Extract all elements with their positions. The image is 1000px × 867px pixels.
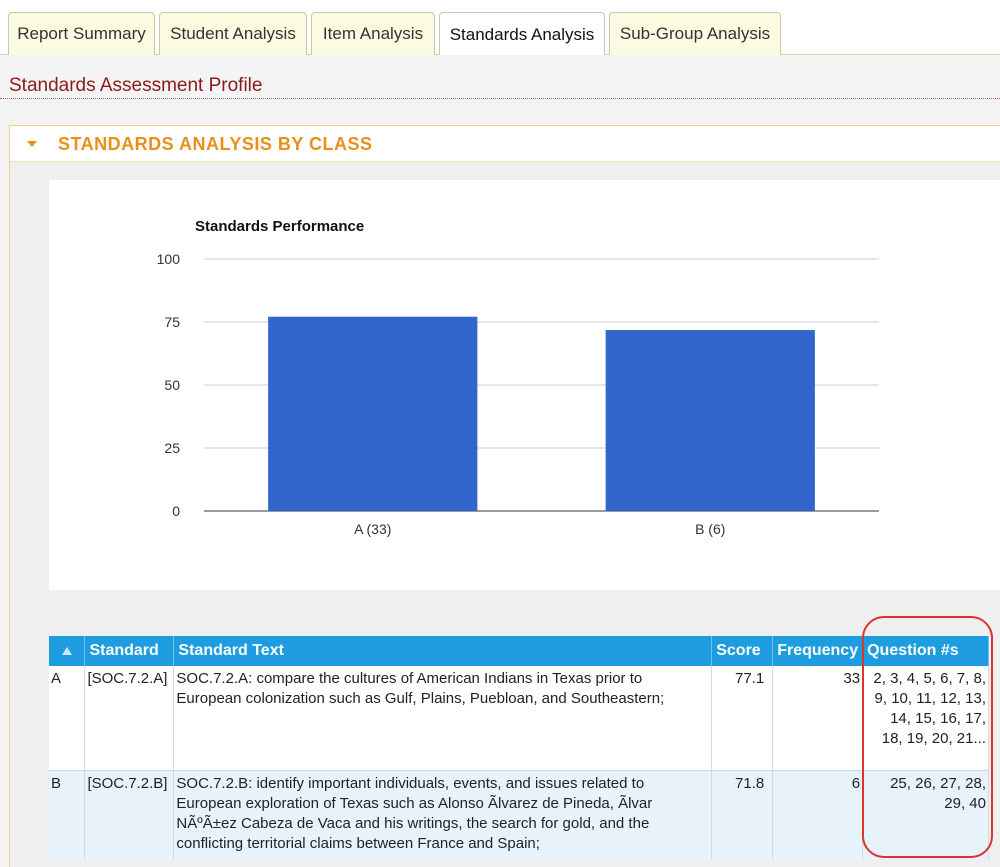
sort-up-icon xyxy=(61,647,72,655)
bar xyxy=(268,316,478,511)
header-frequency[interactable]: Frequency xyxy=(772,636,864,666)
chart-svg: Standards Performance 0 25 50 75 100 A (33) B (… xyxy=(157,218,879,537)
standards-chart: Standards Performance 0 25 50 75 100 A (33) B (… xyxy=(49,180,1000,590)
bar xyxy=(605,330,815,511)
row-standard-text: SOC.7.2.B: identify important individual… xyxy=(173,769,713,860)
row-standard-text: SOC.7.2.A: compare the cultures of Ameri… xyxy=(173,666,713,770)
tab-report-summary[interactable]: Report Summary xyxy=(8,12,155,55)
sort-header[interactable] xyxy=(49,636,86,666)
header-standard-text[interactable]: Standard Text xyxy=(173,636,713,666)
chart-title: Standards Performance xyxy=(195,218,364,235)
row-key: A xyxy=(49,666,86,770)
panel-header[interactable]: STANDARDS ANALYSIS BY CLASS xyxy=(10,126,1000,162)
row-question-numbers: 2, 3, 4, 5, 6, 7, 8, 9, 10, 11, 12, 13, … xyxy=(862,666,989,770)
row-score: 71.8 xyxy=(711,769,774,860)
row-standard: [SOC.7.2.B] xyxy=(84,769,175,860)
tab-standards-analysis[interactable]: Standards Analysis xyxy=(439,12,605,56)
row-frequency: 6 xyxy=(772,769,864,860)
header-question-numbers[interactable]: Question #s xyxy=(862,636,989,666)
row-frequency: 33 xyxy=(772,666,864,770)
row-score: 77.1 xyxy=(711,666,774,770)
standards-table: Standard Standard Text Score Frequency Q… xyxy=(49,636,989,860)
table-header-row: Standard Standard Text Score Frequency Q… xyxy=(49,636,989,666)
tab-bar: Report Summary Student Analysis Item Ana… xyxy=(0,0,1000,56)
header-standard[interactable]: Standard xyxy=(84,636,175,666)
tab-item-analysis[interactable]: Item Analysis xyxy=(311,12,435,55)
y-tick-label: 50 xyxy=(164,377,180,393)
y-tick-label: 0 xyxy=(172,503,180,519)
header-score[interactable]: Score xyxy=(711,636,774,666)
y-tick-label: 100 xyxy=(157,251,181,267)
title-divider xyxy=(0,98,1000,99)
row-key: B xyxy=(49,769,86,860)
panel-title: STANDARDS ANALYSIS BY CLASS xyxy=(58,134,373,154)
collapse-caret-icon[interactable] xyxy=(27,141,37,147)
y-tick-label: 75 xyxy=(164,314,180,330)
row-standard: [SOC.7.2.A] xyxy=(84,666,175,770)
x-tick-label: B (6) xyxy=(695,521,725,537)
table-row[interactable]: A [SOC.7.2.A] SOC.7.2.A: compare the cul… xyxy=(49,666,989,770)
y-tick-label: 25 xyxy=(164,440,180,456)
row-question-numbers: 25, 26, 27, 28, 29, 40 xyxy=(862,769,989,860)
table-row[interactable]: B [SOC.7.2.B] SOC.7.2.B: identify import… xyxy=(49,769,989,860)
tab-student-analysis[interactable]: Student Analysis xyxy=(159,12,307,55)
tab-sub-group-analysis[interactable]: Sub-Group Analysis xyxy=(609,12,781,55)
x-tick-label: A (33) xyxy=(354,521,391,537)
page-title: Standards Assessment Profile xyxy=(9,75,263,96)
